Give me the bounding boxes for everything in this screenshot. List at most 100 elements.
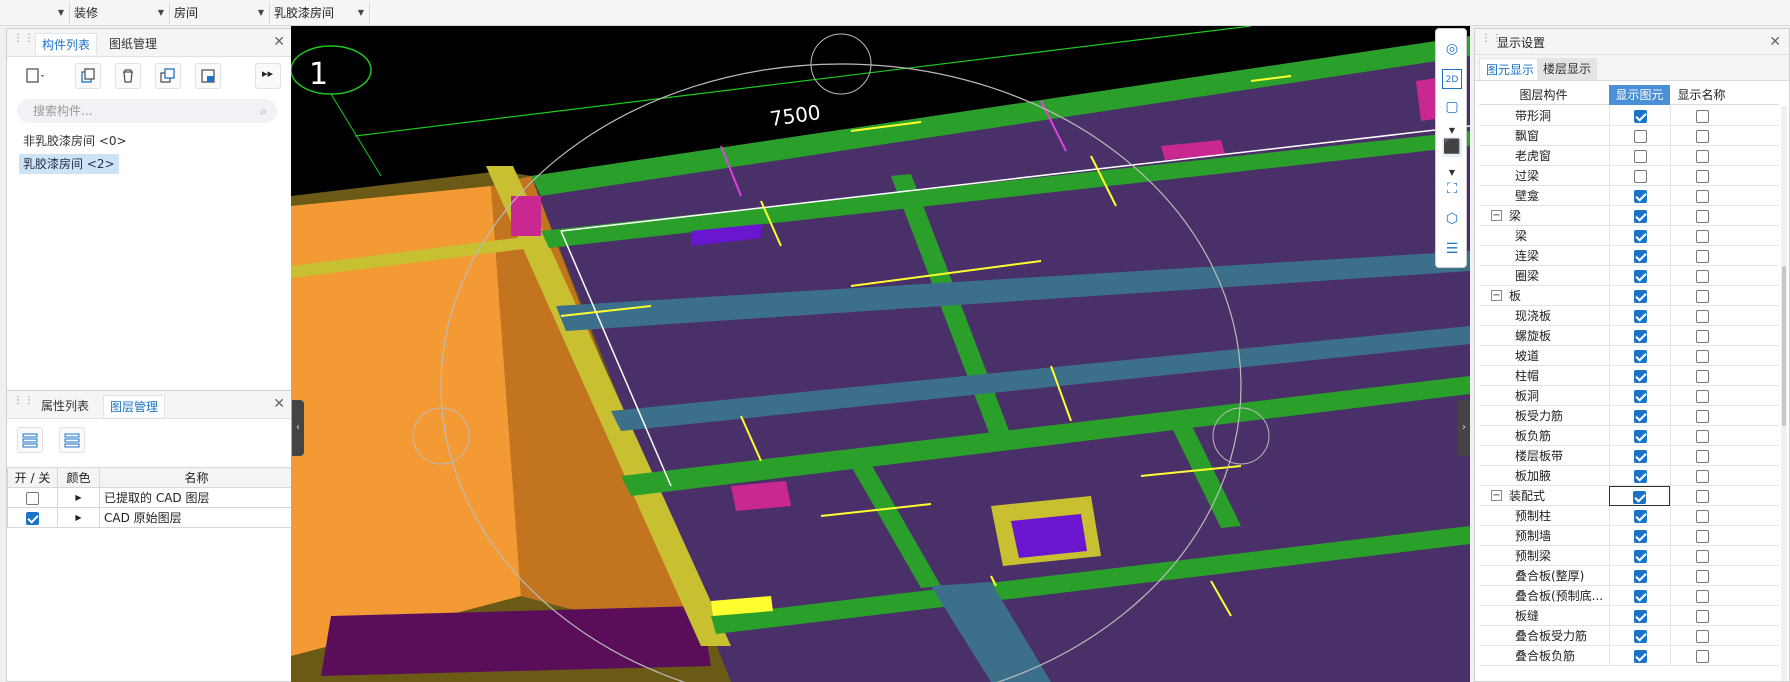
cube-view-icon[interactable]: ▢ — [1442, 97, 1462, 117]
show-element-checkbox[interactable] — [1633, 330, 1647, 343]
show-element-checkbox[interactable] — [1633, 550, 1647, 563]
layer-tool-button-2[interactable] — [59, 427, 85, 453]
show-name-checkbox[interactable] — [1695, 190, 1709, 203]
show-name-checkbox[interactable] — [1695, 390, 1709, 403]
show-element-checkbox[interactable] — [1633, 230, 1647, 243]
new-component-button[interactable] — [21, 63, 47, 89]
header-show-name[interactable]: 显示名称 — [1670, 85, 1733, 105]
tab-property-list[interactable]: 属性列表 — [35, 395, 95, 417]
show-name-checkbox[interactable] — [1695, 210, 1709, 223]
model-canvas[interactable]: 1 7500 — [291, 26, 1470, 682]
show-element-checkbox[interactable] — [1633, 470, 1647, 483]
show-element-checkbox[interactable] — [1633, 650, 1647, 663]
show-element-checkbox[interactable] — [1633, 610, 1647, 623]
2d-view-icon[interactable]: 2D — [1442, 69, 1462, 89]
show-name-checkbox[interactable] — [1695, 110, 1709, 123]
show-name-checkbox[interactable] — [1695, 270, 1709, 283]
show-name-checkbox[interactable] — [1695, 150, 1709, 163]
show-name-checkbox[interactable] — [1695, 590, 1709, 603]
show-element-checkbox[interactable] — [1633, 110, 1647, 123]
fit-view-icon[interactable]: ⛶ — [1442, 179, 1462, 199]
close-icon[interactable]: ✕ — [273, 396, 285, 412]
save-component-button[interactable] — [195, 63, 221, 89]
show-element-checkbox[interactable] — [1633, 290, 1647, 303]
show-element-checkbox[interactable] — [1633, 390, 1647, 403]
show-name-checkbox[interactable] — [1695, 510, 1709, 523]
3d-viewport[interactable]: 1 7500 — [291, 26, 1470, 682]
type-combo[interactable]: 房间 ▼ — [170, 2, 270, 24]
show-name-checkbox[interactable] — [1695, 370, 1709, 383]
show-name-checkbox[interactable] — [1695, 290, 1709, 303]
show-name-checkbox[interactable] — [1695, 630, 1709, 643]
close-icon[interactable]: ✕ — [1769, 34, 1781, 50]
layer-toggle-checkbox[interactable] — [26, 491, 39, 505]
drag-handle-icon[interactable]: ⋮⋮ — [13, 396, 34, 412]
show-name-checkbox[interactable] — [1695, 610, 1709, 623]
tab-layer-management[interactable]: 图层管理 — [103, 395, 166, 417]
layer-tool-button-1[interactable] — [17, 427, 43, 453]
show-name-checkbox[interactable] — [1695, 570, 1709, 583]
drag-handle-icon[interactable]: ⋮⋮ — [1481, 34, 1502, 50]
tab-floor-display[interactable]: 楼层显示 — [1537, 58, 1598, 80]
show-element-checkbox[interactable] — [1633, 570, 1647, 583]
header-show-element[interactable]: 显示图元 — [1609, 85, 1670, 105]
show-name-checkbox[interactable] — [1695, 530, 1709, 543]
3d-cube-icon[interactable]: ⬛ — [1442, 137, 1462, 157]
component-combo[interactable]: 乳胶漆房间 ▼ — [270, 2, 370, 24]
show-name-checkbox[interactable] — [1695, 410, 1709, 423]
show-element-checkbox[interactable] — [1633, 350, 1647, 363]
show-name-checkbox[interactable] — [1695, 170, 1709, 183]
list-item-non-latex-room[interactable]: 非乳胶漆房间 <0> — [19, 131, 131, 151]
expand-arrow-icon[interactable]: ▶ — [57, 487, 100, 508]
show-element-checkbox[interactable] — [1633, 370, 1647, 383]
show-element-checkbox[interactable] — [1633, 450, 1647, 463]
view-settings-icon[interactable]: ☰ — [1442, 239, 1462, 259]
show-element-checkbox[interactable] — [1633, 590, 1647, 603]
collapse-right-handle[interactable]: › — [1458, 400, 1470, 456]
show-element-checkbox[interactable] — [1633, 130, 1647, 143]
show-name-checkbox[interactable] — [1695, 450, 1709, 463]
orbit-view-icon[interactable]: ◎ — [1442, 39, 1462, 59]
more-button[interactable]: ▸▸ — [255, 63, 281, 89]
tab-component-list[interactable]: 构件列表 — [35, 33, 98, 55]
tab-drawing-management[interactable]: 图纸管理 — [103, 33, 163, 55]
show-name-checkbox[interactable] — [1695, 350, 1709, 363]
show-element-checkbox[interactable] — [1633, 410, 1647, 423]
show-name-checkbox[interactable] — [1695, 250, 1709, 263]
show-element-checkbox[interactable] — [1633, 190, 1647, 203]
tab-element-display[interactable]: 图元显示 — [1479, 58, 1542, 80]
show-element-checkbox[interactable] — [1633, 530, 1647, 543]
copy-component-button[interactable] — [75, 63, 101, 89]
show-element-checkbox[interactable] — [1633, 170, 1647, 183]
collapse-icon[interactable]: − — [1491, 210, 1502, 221]
isometric-view-icon[interactable]: ⬡ — [1442, 209, 1462, 229]
scrollbar-track[interactable] — [1781, 106, 1787, 681]
show-name-checkbox[interactable] — [1695, 430, 1709, 443]
category-combo[interactable]: 装修 ▼ — [70, 2, 170, 24]
show-element-checkbox[interactable] — [1633, 630, 1647, 643]
show-name-checkbox[interactable] — [1695, 330, 1709, 343]
delete-component-button[interactable] — [115, 63, 141, 89]
search-component-input[interactable]: 搜索构件... ⌕ — [17, 99, 277, 123]
expand-arrow-icon[interactable]: ▶ — [57, 507, 100, 528]
show-name-checkbox[interactable] — [1695, 130, 1709, 143]
copy-to-floor-button[interactable] — [155, 63, 181, 89]
show-element-checkbox[interactable] — [1633, 510, 1647, 523]
drag-handle-icon[interactable]: ⋮⋮ — [13, 34, 34, 50]
layer-toggle-checkbox[interactable] — [26, 511, 39, 525]
show-element-checkbox[interactable] — [1633, 250, 1647, 263]
show-element-checkbox[interactable] — [1633, 491, 1646, 504]
show-element-checkbox[interactable] — [1633, 150, 1647, 163]
show-element-checkbox[interactable] — [1633, 310, 1647, 323]
show-element-checkbox[interactable] — [1633, 430, 1647, 443]
show-name-checkbox[interactable] — [1695, 550, 1709, 563]
show-element-checkbox[interactable] — [1633, 270, 1647, 283]
show-name-checkbox[interactable] — [1695, 230, 1709, 243]
collapse-icon[interactable]: − — [1491, 490, 1502, 501]
show-name-checkbox[interactable] — [1695, 650, 1709, 663]
scrollbar-thumb[interactable] — [1782, 266, 1786, 426]
floor-combo[interactable]: ▼ — [0, 2, 70, 24]
collapse-left-handle[interactable]: ‹ — [292, 400, 304, 456]
show-name-checkbox[interactable] — [1695, 470, 1709, 483]
show-element-checkbox[interactable] — [1633, 210, 1647, 223]
